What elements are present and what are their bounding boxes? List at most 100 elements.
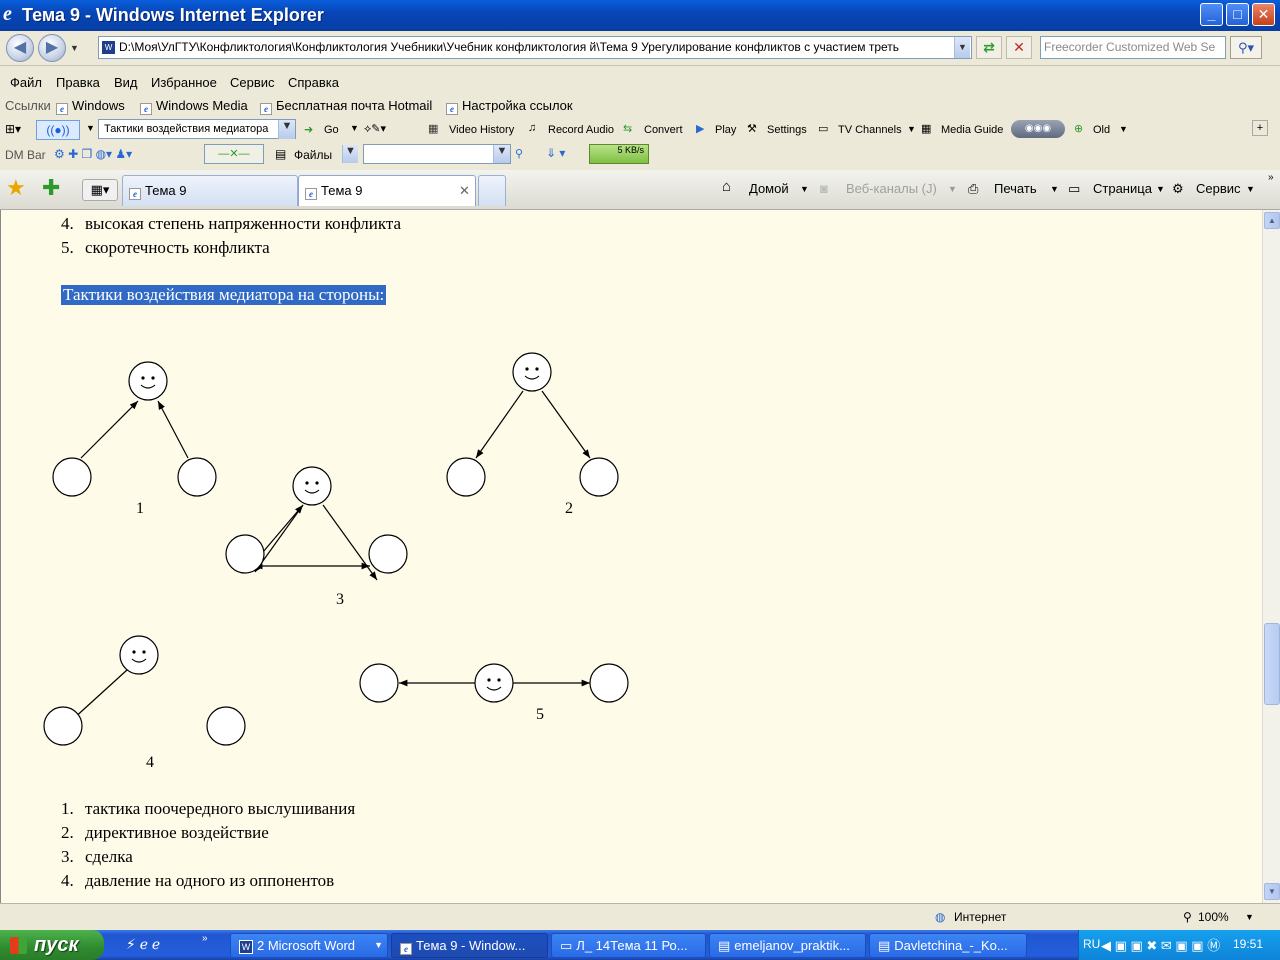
go-button[interactable]: Go [324,124,339,136]
print-button[interactable]: Печать [994,181,1037,196]
convert-button[interactable]: Convert [644,124,683,136]
media-guide-button[interactable]: Media Guide [941,124,1003,136]
scroll-down-button[interactable]: ▼ [1264,883,1280,900]
language-indicator[interactable]: RU [1083,937,1100,951]
figure-label-5: 5 [536,706,544,723]
task-folder[interactable]: ▭ Л_ 14Тема 11 Ро... [551,933,706,958]
task-ie-tema9[interactable]: e Тема 9 - Window... [391,933,548,958]
add-toolbar-icon[interactable]: + [1252,120,1268,136]
menu-edit[interactable]: Правка [56,75,100,90]
go-dropdown-icon[interactable]: ▼ [350,123,359,133]
quick-launch-chevron-icon[interactable]: » [202,933,208,944]
print-dropdown[interactable]: ▼ [1050,184,1059,194]
page-menu-button[interactable]: Страница [1093,181,1152,196]
link-hotmail[interactable]: e Бесплатная почта Hotmail [260,98,432,115]
task-word[interactable]: W2 Microsoft Word ▼ [230,933,388,958]
video-history-button[interactable]: Video History [449,124,514,136]
old-button[interactable]: Old [1093,124,1110,136]
party-circle [52,457,92,497]
address-dropdown-button[interactable]: ▼ [954,37,970,58]
zoom-dropdown[interactable]: ▼ [1245,912,1254,922]
menu-help[interactable]: Справка [288,75,339,90]
link-customize[interactable]: e Настройка ссылок [446,98,573,115]
files-button[interactable]: Файлы [294,148,332,162]
tab-tema9-2[interactable]: e Тема 9 ✕ [298,175,476,206]
link-windows[interactable]: e Windows [56,98,125,115]
toolbar-search-dropdown[interactable]: ▼ [278,120,295,139]
tab-close-icon[interactable]: ✕ [459,176,470,206]
toolbar-search-input[interactable]: Тактики воздействия медиатора [98,119,296,139]
security-zone: Интернет [954,910,1007,924]
play-button[interactable]: Play [715,124,736,136]
list-item: 2. директивное воздействие [61,823,269,842]
menu-tools[interactable]: Сервис [230,75,275,90]
dm-url-dropdown[interactable]: ▼ [493,145,510,163]
quick-launch-icons[interactable]: ⚡ ℯ ℯ [126,936,160,953]
task-winrar-1[interactable]: ▤ emeljanov_praktik... [709,933,866,958]
search-button[interactable]: ⚲▾ [1230,36,1262,59]
feeds-dropdown[interactable]: ▼ [948,184,957,194]
logo-dropdown-icon[interactable]: ▼ [86,123,95,133]
menu-favorites[interactable]: Избранное [151,75,217,90]
zoom-level[interactable]: 100% [1198,910,1229,924]
party-circle [43,706,83,746]
player-controls-icon[interactable]: ◉◉◉ [1011,120,1065,138]
play-icon: ▶ [696,123,705,135]
maximize-button[interactable]: □ [1226,3,1249,26]
download-icon[interactable]: ⇓ ▾ [546,146,565,160]
party-circle [206,706,246,746]
menu-view[interactable]: Вид [114,75,138,90]
scroll-thumb[interactable] [1264,623,1280,705]
mediator-smiley-icon [128,361,168,401]
start-button[interactable]: пуск [0,930,104,960]
refresh-button[interactable]: ⇄ [976,36,1002,59]
home-dropdown[interactable]: ▼ [800,184,809,194]
task-winrar-2[interactable]: ▤ Davletchina_-_Ko... [869,933,1027,958]
forward-button[interactable]: ▶ [38,34,66,62]
history-dropdown-button[interactable]: ▼ [70,43,84,55]
tv-channels-button[interactable]: TV Channels [838,124,902,136]
party-circle [177,457,217,497]
globe-icon: ◍ [935,910,946,924]
address-input[interactable]: W D:\Моя\УлГТУ\Конфликтология\Конфликтол… [98,36,972,59]
minimize-button[interactable]: _ [1200,3,1223,26]
dm-toolbar: DM Bar ⚙ ✚ ❐ ◍▾ ♟▾ —✕— ▤ Файлы ▼ ▼ ⚲ ⇓ ▾… [0,143,1280,167]
toolbar-menu-icon[interactable]: ⊞▾ [5,122,21,136]
favorites-star-icon[interactable]: ★ [6,175,26,201]
feeds-button[interactable]: Веб-каналы (J) [846,181,937,196]
link-windows-media[interactable]: e Windows Media [140,98,248,115]
vertical-scrollbar[interactable]: ▲ ▼ [1262,210,1280,903]
new-tab-button[interactable] [478,175,506,206]
go-arrow-icon: ➜ [304,124,314,136]
highlight-icon[interactable]: ⟡✎▾ [364,122,386,136]
party-circle [225,534,265,574]
stop-button[interactable]: ✕ [1006,36,1032,59]
add-favorite-icon[interactable]: ✚ [42,175,60,201]
search-input[interactable]: Freecorder Customized Web Se [1040,36,1226,59]
toolbar-chevron-icon[interactable]: » [1268,172,1274,183]
old-icon: ⊕ [1074,123,1084,135]
freecorder-logo-icon[interactable]: ((●)) [36,120,80,140]
page-dropdown[interactable]: ▼ [1156,184,1165,194]
record-audio-button[interactable]: Record Audio [548,124,614,136]
arrow [541,390,591,459]
settings-button[interactable]: Settings [767,124,807,136]
files-dropdown[interactable]: ▼ [342,145,358,163]
folder-icon: ▭ [560,938,573,953]
tray-icons[interactable]: ◀ ▣ ▣ ✖ ✉ ▣ ▣ Ⓜ [1101,935,1220,954]
tab-tema9-1[interactable]: e Тема 9 [122,175,298,206]
home-button[interactable]: Домой [749,181,789,196]
tv-dropdown-icon[interactable]: ▼ [907,124,916,134]
address-value: D:\Моя\УлГТУ\Конфликтология\Конфликтолог… [119,40,900,54]
dm-tools-icon[interactable]: ⚙ ✚ ❐ ◍▾ ♟▾ [54,147,132,161]
dm-search-icon[interactable]: ⚲ [515,147,523,160]
quick-tabs-button[interactable]: ▦▾ [82,179,118,201]
back-button[interactable]: ◀ [6,34,34,62]
close-button[interactable]: ✕ [1252,3,1275,26]
menu-file[interactable]: Файл [10,75,42,90]
tools-dropdown[interactable]: ▼ [1246,184,1255,194]
tools-menu-button[interactable]: Сервис [1196,181,1241,196]
dm-url-input[interactable] [363,144,511,164]
scroll-up-button[interactable]: ▲ [1264,212,1280,229]
old-dropdown-icon[interactable]: ▼ [1119,124,1128,134]
